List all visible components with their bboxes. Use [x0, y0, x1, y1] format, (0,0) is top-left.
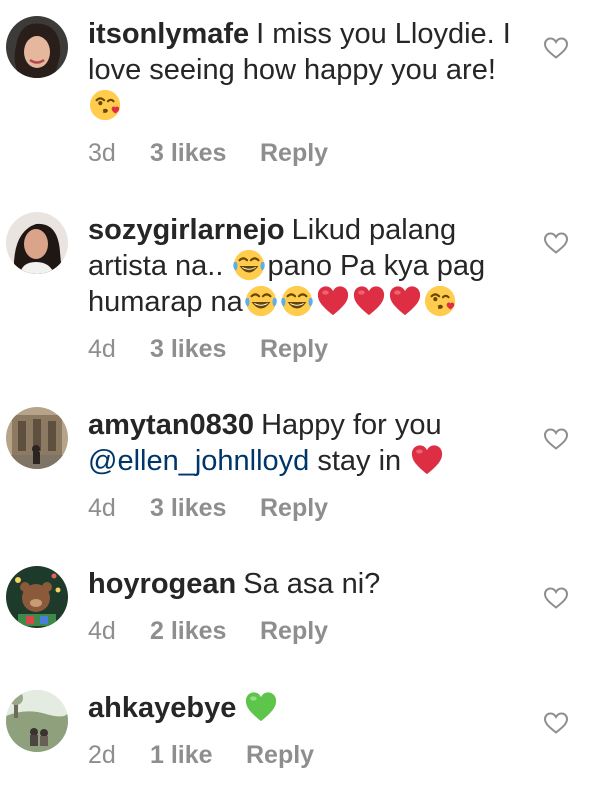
avatar-amytan0830[interactable] — [6, 407, 68, 469]
comment-likes[interactable]: 3 likes — [150, 334, 260, 364]
comment-meta: 2d 1 like Reply — [88, 740, 528, 770]
heart-outline-icon[interactable] — [543, 36, 569, 60]
comment-username[interactable]: sozygirlarnejo — [88, 214, 285, 246]
red-heart-emoji — [352, 284, 386, 318]
comment-age: 4d — [88, 335, 116, 363]
comment-age: 3d — [88, 139, 116, 167]
comment-age: 4d — [88, 617, 116, 645]
reply-button[interactable]: Reply — [246, 740, 314, 770]
comment-age: 2d — [88, 741, 116, 769]
comment-username[interactable]: hoyrogean — [88, 568, 236, 600]
comment-text: Sa asa ni? — [243, 568, 381, 600]
red-heart-emoji — [316, 284, 350, 318]
red-heart-emoji — [388, 284, 422, 318]
reply-button[interactable]: Reply — [260, 138, 328, 168]
comment-likes[interactable]: 3 likes — [150, 493, 260, 523]
comment-meta: 4d 2 likes Reply — [88, 616, 528, 646]
reply-button[interactable]: Reply — [260, 334, 328, 364]
tears-of-joy-emoji — [232, 248, 266, 282]
comment-username[interactable]: itsonlymafe — [88, 18, 249, 50]
mention-link[interactable]: @ellen_johnlloyd — [88, 445, 309, 477]
comment-meta: 4d 3 likes Reply — [88, 493, 528, 523]
avatar-sozygirlarnejo[interactable] — [6, 212, 68, 274]
green-heart-emoji — [244, 690, 278, 724]
heart-outline-icon[interactable] — [543, 711, 569, 735]
heart-outline-icon[interactable] — [543, 231, 569, 255]
comment-meta: 3d 3 likes Reply — [88, 138, 528, 168]
reply-button[interactable]: Reply — [260, 493, 328, 523]
avatar-ahkayebye[interactable] — [6, 690, 68, 752]
reply-button[interactable]: Reply — [260, 616, 328, 646]
comment-list: itsonlymafe I miss you Lloydie. I love se… — [0, 0, 600, 800]
comment-text: stay in — [317, 445, 402, 477]
heart-outline-icon[interactable] — [543, 427, 569, 451]
comment-text: Happy for you — [261, 409, 442, 441]
kissing-face-heart-emoji — [424, 284, 458, 318]
comment-username[interactable]: ahkayebye — [88, 692, 236, 724]
comment-likes[interactable]: 2 likes — [150, 616, 260, 646]
heart-outline-icon[interactable] — [543, 586, 569, 610]
comment-age: 4d — [88, 494, 116, 522]
kissing-face-heart-emoji — [89, 88, 123, 122]
tears-of-joy-emoji — [280, 284, 314, 318]
avatar-itsonlymafe[interactable] — [6, 16, 68, 78]
comment-likes[interactable]: 3 likes — [150, 138, 260, 168]
comment-username[interactable]: amytan0830 — [88, 409, 254, 441]
red-heart-emoji — [410, 443, 444, 477]
comment-meta: 4d 3 likes Reply — [88, 334, 528, 364]
avatar-hoyrogean[interactable] — [6, 566, 68, 628]
comment-likes[interactable]: 1 like — [150, 740, 246, 770]
tears-of-joy-emoji — [244, 284, 278, 318]
